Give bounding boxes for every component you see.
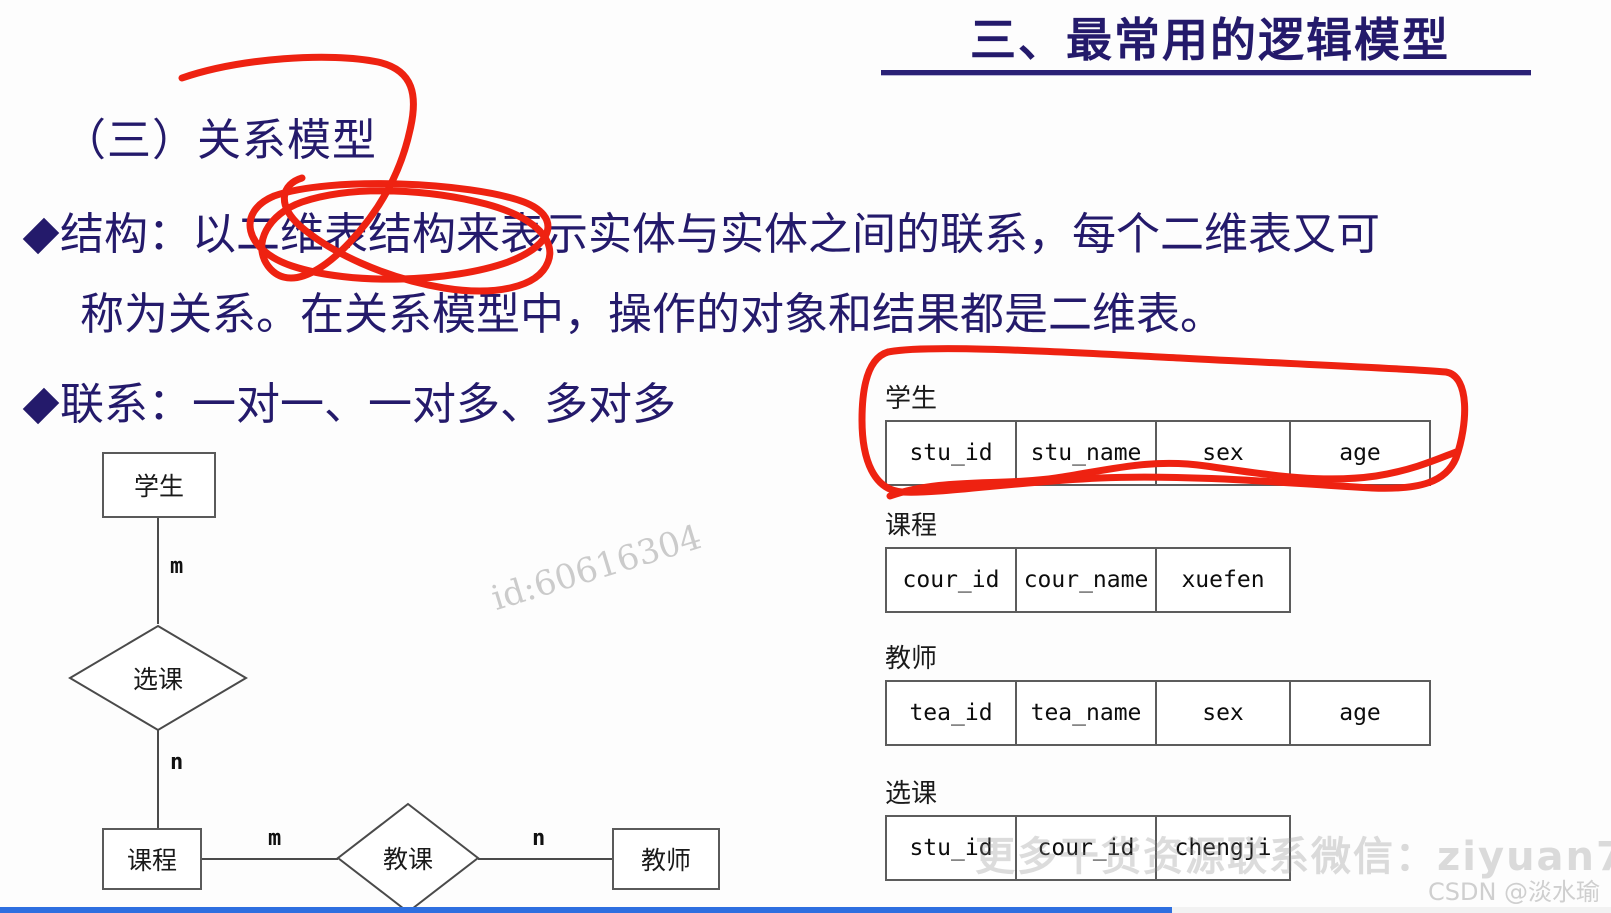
relation-student-col-3: age xyxy=(1289,420,1431,486)
er-line-jiaoke-teacher xyxy=(478,858,614,860)
er-entity-teacher-label: 教师 xyxy=(640,846,691,875)
section-subheading: （三）关系模型 xyxy=(62,115,377,166)
er-relationship-xuanke: 选课 xyxy=(68,624,248,732)
title-underline xyxy=(881,70,1531,76)
er-cardinality-m-jiaoke: m xyxy=(268,826,282,851)
er-relationship-jiaoke: 教课 xyxy=(336,802,480,913)
er-entity-teacher: 教师 xyxy=(612,828,720,890)
relation-course-table: cour_id cour_name xuefen xyxy=(885,547,1291,613)
er-cardinality-m-student: m xyxy=(170,554,184,579)
diamond-bullet-icon xyxy=(22,387,60,425)
relation-teacher: 教师 tea_id tea_name sex age xyxy=(885,638,1431,746)
watermark-csdn: CSDN @淡水瑜 xyxy=(1428,878,1601,906)
relation-course-col-0: cour_id xyxy=(885,547,1017,613)
relation-student-col-1: stu_name xyxy=(1015,420,1157,486)
bullet-structure-line2: 称为关系。在关系模型中，操作的对象和结果都是二维表。 xyxy=(80,278,1224,342)
relation-student: 学生 stu_id stu_name sex age xyxy=(885,378,1431,486)
relation-course: 课程 cour_id cour_name xuefen xyxy=(885,505,1291,613)
er-cardinality-n-course: n xyxy=(170,750,184,775)
er-entity-student-label: 学生 xyxy=(133,472,184,501)
relation-student-col-2: sex xyxy=(1155,420,1291,486)
relation-teacher-col-3: age xyxy=(1289,680,1431,746)
er-relationship-xuanke-label: 选课 xyxy=(132,665,183,694)
er-diagram: 学生 选课 课程 教课 教师 m n m n xyxy=(68,450,720,913)
diamond-bullet-icon xyxy=(22,217,60,255)
table-row: cour_id cour_name xuefen xyxy=(885,547,1291,613)
relation-course-col-1: cour_name xyxy=(1015,547,1157,613)
bullet-structure-line2-text: 称为关系。在关系模型中，操作的对象和结果都是二维表。 xyxy=(80,289,1224,340)
table-row: tea_id tea_name sex age xyxy=(885,680,1431,746)
bullet-structure-line1-text: 结构：以二维表结构来表示实体与实体之间的联系，每个二维表又可 xyxy=(60,209,1380,260)
relation-teacher-col-2: sex xyxy=(1155,680,1291,746)
relation-course-caption: 课程 xyxy=(885,511,938,541)
relation-course-col-2: xuefen xyxy=(1155,547,1291,613)
table-row: stu_id stu_name sex age xyxy=(885,420,1431,486)
er-entity-student: 学生 xyxy=(102,452,216,518)
slide-canvas: 三、最常用的逻辑模型 （三）关系模型 结构：以二维表结构来表示实体与实体之间的联… xyxy=(0,0,1611,913)
page-title: 三、最常用的逻辑模型 xyxy=(970,13,1450,67)
progress-bar-fill xyxy=(0,907,1172,913)
er-relationship-jiaoke-label: 教课 xyxy=(382,845,433,874)
er-entity-course-label: 课程 xyxy=(126,846,177,875)
relation-enrollment-caption: 选课 xyxy=(885,779,938,809)
er-line-course-jiaoke xyxy=(198,858,338,860)
relation-teacher-col-0: tea_id xyxy=(885,680,1017,746)
relation-teacher-table: tea_id tea_name sex age xyxy=(885,680,1431,746)
bullet-relationship-text: 联系：一对一、一对多、多对多 xyxy=(60,379,676,430)
progress-bar-track[interactable] xyxy=(0,907,1611,913)
er-entity-course: 课程 xyxy=(102,828,202,890)
relation-student-table: stu_id stu_name sex age xyxy=(885,420,1431,486)
relation-teacher-caption: 教师 xyxy=(885,644,938,674)
bullet-relationship: 联系：一对一、一对多、多对多 xyxy=(22,368,676,432)
bullet-structure-line1: 结构：以二维表结构来表示实体与实体之间的联系，每个二维表又可 xyxy=(22,198,1380,262)
relation-student-caption: 学生 xyxy=(885,384,938,414)
relation-student-col-0: stu_id xyxy=(885,420,1017,486)
er-line-xuanke-course xyxy=(157,730,159,830)
er-cardinality-n-teacher: n xyxy=(532,826,546,851)
er-line-student-xuanke xyxy=(157,514,159,624)
relation-teacher-col-1: tea_name xyxy=(1015,680,1157,746)
